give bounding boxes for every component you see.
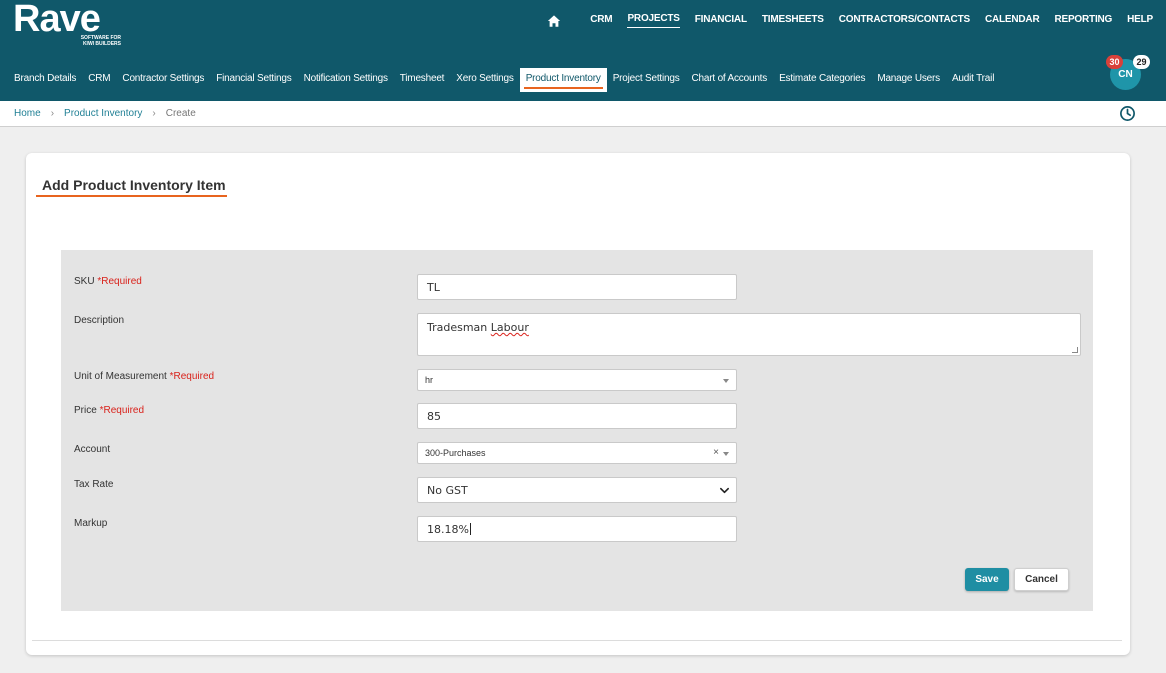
home-icon[interactable] bbox=[547, 14, 561, 28]
markup-input[interactable]: 18.18% bbox=[417, 516, 737, 542]
breadcrumb-separator: › bbox=[50, 108, 55, 119]
title-underline bbox=[36, 195, 227, 197]
subnav-contractor-settings[interactable]: Contractor Settings bbox=[122, 73, 204, 84]
nav-reporting[interactable]: REPORTING bbox=[1054, 14, 1112, 28]
breadcrumb-separator: › bbox=[152, 108, 156, 119]
unit-select[interactable]: hr bbox=[417, 369, 737, 391]
footer-divider bbox=[32, 640, 1122, 641]
caret-down-icon bbox=[723, 379, 729, 383]
tax-rate-select[interactable]: No GST bbox=[417, 477, 737, 503]
account-label: Account bbox=[74, 444, 111, 455]
nav-help[interactable]: HELP bbox=[1127, 14, 1153, 28]
caret-down-icon bbox=[723, 452, 729, 456]
nav-crm[interactable]: CRM bbox=[590, 14, 612, 28]
breadcrumb: Home › Product Inventory › Create bbox=[14, 108, 196, 119]
nav-calendar[interactable]: CALENDAR bbox=[985, 14, 1040, 28]
required-marker: *Required bbox=[97, 276, 142, 287]
subnav-audit-trail[interactable]: Audit Trail bbox=[952, 73, 994, 84]
subnav-product-inventory[interactable]: Product Inventory bbox=[519, 68, 607, 92]
cancel-button[interactable]: Cancel bbox=[1014, 568, 1069, 591]
sku-label: SKU *Required bbox=[74, 276, 142, 287]
logo-wordmark: Rave bbox=[13, 0, 101, 40]
required-marker: *Required bbox=[169, 371, 215, 382]
logo-tagline: SOFTWARE FOR KIWI BUILDERS bbox=[80, 35, 121, 47]
subnav-chart-of-accounts[interactable]: Chart of Accounts bbox=[692, 73, 768, 84]
subnav-crm[interactable]: CRM bbox=[88, 73, 110, 84]
chevron-down-icon bbox=[720, 487, 729, 494]
page-title: Add Product Inventory Item bbox=[42, 177, 226, 193]
account-select[interactable]: 300-Purchases × bbox=[417, 442, 737, 464]
nav-contractors-contacts[interactable]: CONTRACTORS/CONTACTS bbox=[839, 14, 970, 28]
subnav-notification-settings[interactable]: Notification Settings bbox=[304, 73, 388, 84]
sku-input[interactable]: TL bbox=[417, 274, 737, 300]
subnav-estimate-categories[interactable]: Estimate Categories bbox=[779, 73, 865, 84]
message-badge[interactable]: 29 bbox=[1133, 55, 1150, 69]
clock-icon[interactable] bbox=[1119, 105, 1136, 122]
nav-financial[interactable]: FINANCIAL bbox=[695, 14, 747, 28]
save-button[interactable]: Save bbox=[965, 568, 1009, 591]
price-label: Price *Required bbox=[74, 405, 145, 416]
notification-badge[interactable]: 30 bbox=[1106, 55, 1123, 69]
breadcrumb-current: Create bbox=[165, 108, 196, 119]
settings-subnav: Branch Details CRM Contractor Settings F… bbox=[14, 68, 1006, 92]
price-input[interactable]: 85 bbox=[417, 403, 737, 429]
resize-handle[interactable] bbox=[1072, 347, 1078, 353]
form-panel: SKU *Required TL Description Tradesman L… bbox=[61, 250, 1093, 611]
main-nav: CRM PROJECTS FINANCIAL TIMESHEETS CONTRA… bbox=[547, 13, 1153, 28]
breadcrumb-home[interactable]: Home bbox=[14, 108, 41, 119]
clear-icon[interactable]: × bbox=[713, 447, 719, 458]
required-marker: *Required bbox=[99, 405, 145, 416]
unit-label: Unit of Measurement *Required bbox=[74, 371, 215, 382]
description-label: Description bbox=[74, 315, 125, 326]
top-header: Rave SOFTWARE FOR KIWI BUILDERS CRM PROJ… bbox=[0, 0, 1166, 101]
subnav-manage-users[interactable]: Manage Users bbox=[877, 73, 940, 84]
subnav-branch-details[interactable]: Branch Details bbox=[14, 73, 76, 84]
subnav-timesheet[interactable]: Timesheet bbox=[400, 73, 445, 84]
subnav-xero-settings[interactable]: Xero Settings bbox=[456, 73, 514, 84]
breadcrumb-product-inventory[interactable]: Product Inventory bbox=[64, 108, 142, 119]
rave-logo[interactable]: Rave SOFTWARE FOR KIWI BUILDERS bbox=[13, 0, 121, 47]
text-cursor bbox=[469, 523, 471, 535]
tax-rate-label: Tax Rate bbox=[74, 479, 114, 490]
markup-label: Markup bbox=[74, 518, 108, 529]
spellcheck-word: Labour bbox=[490, 321, 529, 334]
subnav-project-settings[interactable]: Project Settings bbox=[613, 73, 680, 84]
nav-projects[interactable]: PROJECTS bbox=[627, 13, 680, 28]
breadcrumb-bar: Home › Product Inventory › Create bbox=[0, 101, 1166, 127]
subnav-financial-settings[interactable]: Financial Settings bbox=[216, 73, 292, 84]
nav-timesheets[interactable]: TIMESHEETS bbox=[762, 14, 824, 28]
form-card: Add Product Inventory Item SKU *Required… bbox=[26, 153, 1130, 655]
description-textarea[interactable]: Tradesman Labour bbox=[417, 313, 1081, 356]
